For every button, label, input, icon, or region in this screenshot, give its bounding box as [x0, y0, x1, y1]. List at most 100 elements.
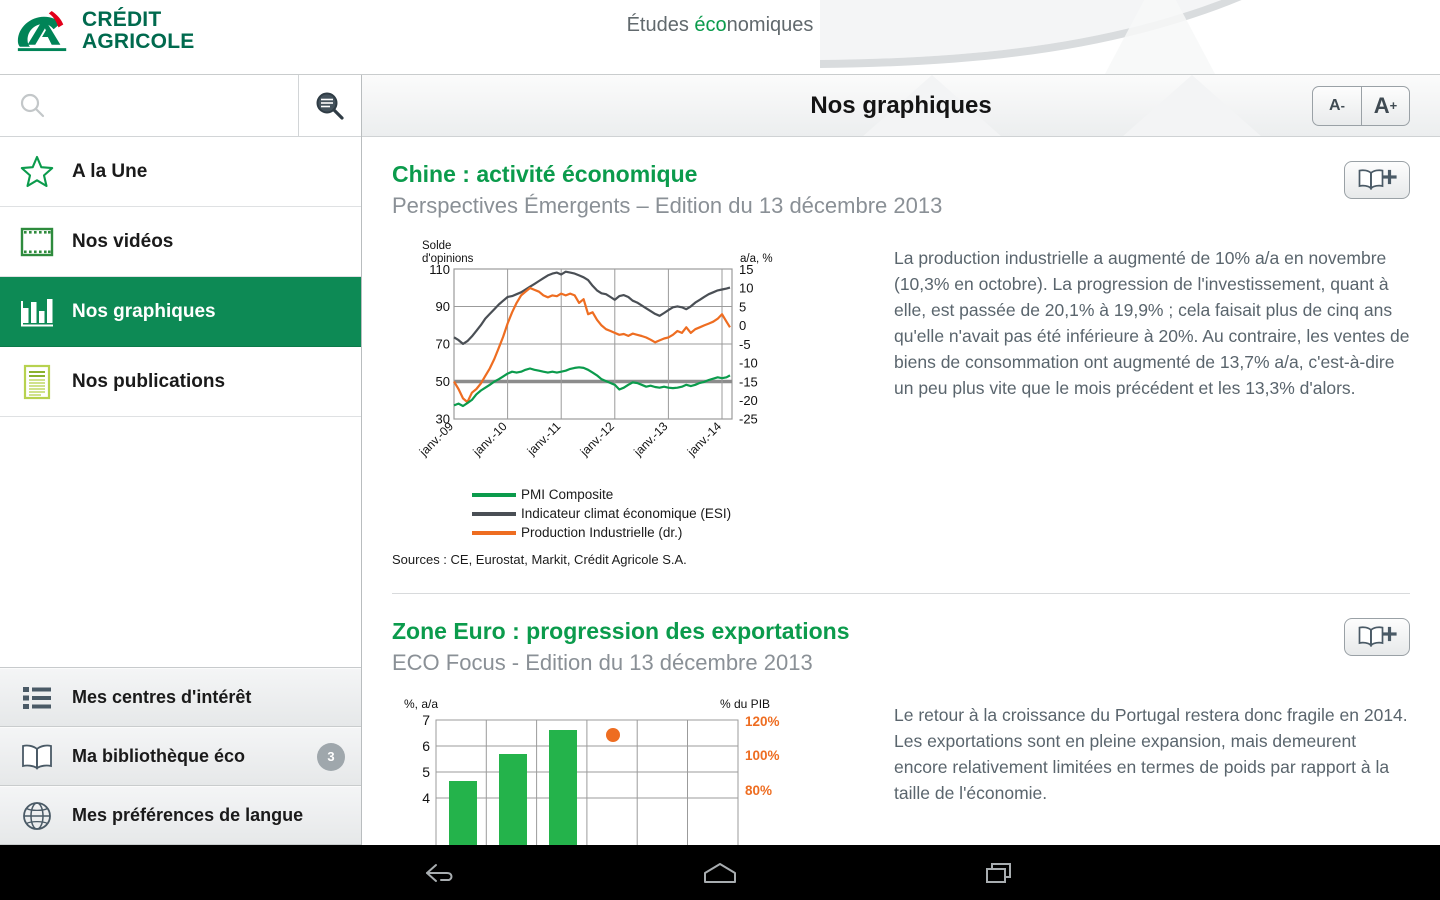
sidebar-item-label: Mes centres d'intérêt — [72, 687, 252, 707]
app-title-prefix: Études — [626, 14, 695, 36]
line-chart-china-economic-activity: Solde d'opinions a/a, % 110 90 70 50 30 … — [416, 240, 773, 459]
sidebar-item-label: Nos publications — [72, 370, 226, 392]
chart-legend: PMI Composite Indicateur climat économiq… — [392, 485, 852, 542]
sidebar-item-mes-centres-d-interet[interactable]: Mes centres d'intérêt — [0, 668, 361, 727]
svg-text:-15: -15 — [739, 375, 758, 390]
svg-text:10: 10 — [739, 281, 753, 296]
font-increase-sup: + — [1389, 98, 1398, 113]
svg-text:% du PIB: % du PIB — [720, 697, 770, 711]
article-title: Chine : activité économique — [392, 161, 698, 187]
svg-text:-5: -5 — [739, 337, 751, 352]
legend-label: Production Industrielle (dr.) — [521, 525, 683, 540]
app-root: CRÉDIT AGRICOLE Études économiques A la … — [0, 0, 1440, 900]
legend-item: Indicateur climat économique (ESI) — [472, 504, 852, 523]
svg-text:janv.-13: janv.-13 — [630, 419, 670, 459]
svg-text:50: 50 — [436, 374, 450, 389]
svg-text:6: 6 — [422, 738, 430, 754]
secondary-nav: Mes centres d'intérêt Ma bibliothèque éc… — [0, 668, 361, 845]
back-icon — [426, 863, 453, 882]
recents-button[interactable] — [965, 853, 1035, 893]
legend-item: Production Industrielle (dr.) — [472, 523, 852, 542]
article-subtitle: ECO Focus - Edition du 13 décembre 2013 — [392, 650, 813, 675]
font-decrease-button[interactable]: A- — [1313, 87, 1361, 125]
svg-text:70: 70 — [436, 337, 450, 352]
svg-text:80%: 80% — [745, 783, 772, 798]
search-input[interactable] — [48, 96, 268, 115]
star-icon — [14, 154, 60, 190]
svg-text:janv.-10: janv.-10 — [470, 419, 510, 459]
svg-text:Solde: Solde — [422, 240, 451, 252]
svg-text:5: 5 — [739, 300, 746, 315]
legend-swatch-production-industrielle — [472, 530, 516, 535]
primary-nav: A la Une Nos vidéos Nos graphiques Nos p… — [0, 137, 361, 417]
chart-source: Sources : CE, Eurostat, Markit, Crédit A… — [392, 552, 687, 567]
add-to-library-button[interactable] — [1344, 618, 1410, 656]
article-subtitle: Perspectives Émergents – Edition du 13 d… — [392, 193, 943, 218]
main-content: Nos graphiques A- A + Chine : activité éc… — [362, 75, 1440, 845]
font-decrease-label: A — [1329, 96, 1341, 114]
search-row — [0, 75, 361, 137]
bar-chart-zone-euro-exportations: %, a/a % du PIB 7 6 5 4 120% 100% 80% — [404, 697, 780, 845]
app-title: Études économiques — [0, 14, 1440, 37]
bar-chart-icon — [14, 295, 60, 329]
sidebar-item-label: Nos vidéos — [72, 230, 174, 252]
home-button[interactable] — [685, 853, 755, 893]
article-card: Chine : activité économique Perspectives… — [392, 137, 1410, 567]
back-button[interactable] — [405, 853, 475, 893]
svg-text:15: 15 — [739, 262, 753, 277]
svg-text:-25: -25 — [739, 412, 758, 427]
article-header: Zone Euro : progression des exportations… — [392, 616, 1410, 680]
svg-text:110: 110 — [429, 262, 450, 277]
advanced-search-button[interactable] — [299, 75, 361, 136]
sidebar-item-nos-publications[interactable]: Nos publications — [0, 347, 361, 417]
article-card: Zone Euro : progression des exportations… — [392, 594, 1410, 845]
svg-text:janv.-12: janv.-12 — [577, 419, 617, 459]
add-to-library-icon — [1358, 169, 1397, 191]
svg-text:janv.-11: janv.-11 — [524, 419, 564, 459]
sidebar-item-nos-videos[interactable]: Nos vidéos — [0, 207, 361, 277]
article-scroll-area[interactable]: Chine : activité économique Perspectives… — [362, 137, 1440, 845]
svg-text:120%: 120% — [745, 714, 780, 729]
chart-container: Solde d'opinions a/a, % 110 90 70 50 30 … — [392, 237, 852, 567]
font-decrease-sup: - — [1340, 98, 1345, 113]
app-title-suffix: nomiques — [726, 14, 814, 36]
svg-text:%, a/a: %, a/a — [404, 697, 438, 711]
article-header: Chine : activité économique Perspectives… — [392, 159, 1410, 223]
page-title: Nos graphiques — [810, 91, 992, 119]
list-icon — [14, 684, 60, 712]
sidebar-item-label: Ma bibliothèque éco — [72, 746, 246, 766]
svg-text:5: 5 — [422, 764, 430, 780]
legend-label: Indicateur climat économique (ESI) — [521, 506, 732, 521]
font-increase-button[interactable]: A + — [1361, 86, 1409, 125]
font-size-control: A- A + — [1312, 85, 1410, 126]
svg-text:4: 4 — [422, 790, 430, 806]
sidebar-empty-area — [0, 417, 361, 668]
status-badge: 3 — [317, 742, 345, 771]
article-text: La production industrielle a augmenté de… — [894, 248, 1410, 398]
article-body: Solde d'opinions a/a, % 110 90 70 50 30 … — [392, 237, 1410, 567]
svg-text:100%: 100% — [745, 748, 780, 763]
sidebar-item-label: Mes préférences de langue — [72, 805, 304, 825]
legend-swatch-esi — [472, 511, 516, 516]
font-increase-label: A — [1373, 92, 1390, 118]
book-icon — [14, 743, 60, 771]
film-icon — [14, 225, 60, 259]
svg-text:0: 0 — [739, 318, 746, 333]
svg-text:janv.-14: janv.-14 — [684, 419, 724, 459]
sidebar-item-label: Nos graphiques — [72, 300, 216, 322]
app-title-accent: éco — [694, 14, 727, 36]
sidebar-item-ma-bibliotheque-eco[interactable]: Ma bibliothèque éco 3 — [0, 727, 361, 786]
article-body: %, a/a % du PIB 7 6 5 4 120% 100% 80% Le… — [392, 694, 1410, 845]
recent-apps-icon — [986, 862, 1011, 883]
legend-swatch-pmi-composite — [472, 492, 516, 497]
svg-text:-20: -20 — [739, 393, 758, 408]
add-to-library-button[interactable] — [1344, 161, 1410, 199]
legend-item: PMI Composite — [472, 485, 852, 504]
add-to-library-icon — [1358, 626, 1397, 648]
search-field[interactable] — [0, 75, 299, 136]
header-swoosh-decoration — [820, 0, 1242, 74]
sidebar-item-a-la-une[interactable]: A la Une — [0, 137, 361, 207]
svg-text:7: 7 — [422, 712, 430, 728]
sidebar-item-nos-graphiques[interactable]: Nos graphiques — [0, 277, 361, 347]
sidebar-item-mes-preferences-de-langue[interactable]: Mes préférences de langue — [0, 786, 361, 845]
